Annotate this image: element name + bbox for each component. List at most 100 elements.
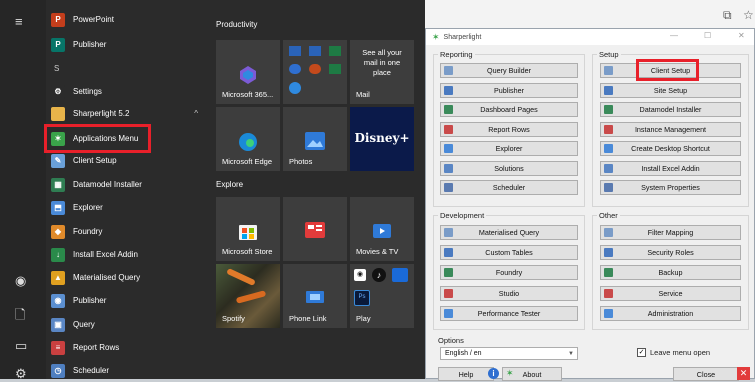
tile-phone-link[interactable]: Phone Link: [283, 264, 347, 328]
other-button-service[interactable]: Service: [600, 285, 741, 301]
app-item-datamodel-installer[interactable]: ▦ Datamodel Installer: [46, 173, 206, 196]
excel-addin-icon: ↓: [51, 247, 65, 262]
datamodel-installer-icon: [604, 105, 613, 114]
app-item-label: Datamodel Installer: [73, 180, 142, 189]
app-item-powerpoint[interactable]: P PowerPoint: [46, 8, 206, 31]
photoshop-express-icon: Ps: [354, 290, 370, 306]
other-button-security-roles[interactable]: Security Roles: [600, 245, 741, 261]
hamburger-menu-icon[interactable]: ≡: [15, 14, 23, 29]
other-button-filter-mapping[interactable]: Filter Mapping: [600, 225, 741, 240]
reporting-button-solutions[interactable]: Solutions: [440, 160, 578, 176]
documents-icon[interactable]: 🗋: [15, 306, 25, 328]
app-item-label: Foundry: [73, 227, 103, 236]
close-red-x-icon[interactable]: ✕: [737, 367, 750, 380]
setup-label: Setup: [597, 50, 621, 59]
tile-microsoft-edge[interactable]: Microsoft Edge: [216, 107, 280, 171]
custom-tables-icon: [444, 248, 453, 258]
setup-button-site-setup[interactable]: Site Setup: [600, 82, 741, 98]
reporting-button-scheduler[interactable]: Scheduler: [440, 180, 578, 195]
screenshot-icon[interactable]: ⧉: [723, 8, 732, 23]
app-item-publisher[interactable]: ◉ Publisher: [46, 289, 206, 312]
settings-icon[interactable]: ⚙: [15, 366, 27, 382]
tile-mail[interactable]: See all your mail in one place Mail: [350, 40, 414, 104]
development-button-studio[interactable]: Studio: [440, 285, 578, 301]
powerpoint-small-icon: [309, 64, 321, 74]
disney-plus-logo: Disney+: [354, 131, 410, 145]
tile-photos[interactable]: Photos: [283, 107, 347, 171]
info-icon[interactable]: i: [488, 368, 499, 379]
publisher-icon: [444, 85, 453, 95]
tile-movies-tv[interactable]: Movies & TV: [350, 197, 414, 261]
fish-image-decoration: [226, 267, 256, 287]
development-button-materialised-query[interactable]: Materialised Query: [440, 225, 578, 240]
app-item-label: Client Setup: [73, 156, 117, 165]
app-item-publisher[interactable]: P Publisher: [46, 33, 206, 56]
tile-office-apps-group[interactable]: [283, 40, 347, 104]
materialised-query-icon: ▲: [51, 270, 65, 285]
reporting-button-publisher[interactable]: Publisher: [440, 82, 578, 98]
tile-microsoft-store[interactable]: Microsoft Store: [216, 197, 280, 261]
chevron-down-icon: ▼: [568, 350, 574, 357]
tile-disney-plus[interactable]: Disney+: [350, 107, 414, 171]
setup-button-system-properties[interactable]: System Properties: [600, 180, 741, 195]
development-button-performance-tester[interactable]: Performance Tester: [440, 305, 578, 321]
tile-spotify[interactable]: Spotify: [216, 264, 280, 328]
publisher-icon: P: [51, 37, 65, 52]
client-setup-icon: ✎: [51, 153, 65, 168]
setup-button-datamodel-installer[interactable]: Datamodel Installer: [600, 102, 741, 117]
section-explore: Explore: [216, 180, 244, 189]
leave-menu-open-checkbox[interactable]: ✓: [637, 348, 646, 357]
tile-news[interactable]: [283, 197, 347, 261]
pictures-icon[interactable]: ▭: [15, 338, 27, 354]
other-button-backup[interactable]: Backup: [600, 265, 741, 281]
app-item-materialised-query[interactable]: ▲ Materialised Query: [46, 266, 206, 289]
photos-icon: [305, 132, 325, 150]
maximize-icon[interactable]: ☐: [704, 31, 711, 40]
app-item-sharperlight-5-2[interactable]: Sharperlight 5.2 ^: [46, 102, 206, 125]
reporting-label: Reporting: [438, 50, 475, 59]
reporting-button-query-builder[interactable]: Query Builder: [440, 63, 578, 78]
scheduler-icon: [444, 183, 453, 192]
app-item-label: Settings: [73, 87, 102, 96]
close-window-icon[interactable]: ✕: [738, 31, 745, 40]
query-icon: ▣: [51, 317, 65, 332]
tile-microsoft-365[interactable]: Microsoft 365...: [216, 40, 280, 104]
security-roles-icon: [604, 248, 613, 258]
window-title: Sharperlight: [443, 33, 482, 41]
reporting-button-report-rows[interactable]: Report Rows: [440, 121, 578, 137]
development-button-foundry[interactable]: Foundry: [440, 265, 578, 281]
app-item-report-rows[interactable]: ≡ Report Rows: [46, 336, 206, 359]
reporting-button-dashboard-pages[interactable]: Dashboard Pages: [440, 102, 578, 117]
fish-image-decoration: [235, 290, 267, 304]
leave-menu-open-label: Leave menu open: [650, 348, 711, 357]
language-select[interactable]: English / en ▼: [440, 347, 578, 360]
reporting-button-explorer[interactable]: Explorer: [440, 141, 578, 156]
materialised-query-icon: [444, 228, 453, 237]
app-item-settings[interactable]: ⚙ Settings: [46, 80, 206, 103]
setup-button-install-excel-addin[interactable]: Install Excel Addin: [600, 160, 741, 176]
tiles-area: Productivity Microsoft 365... See all yo…: [206, 0, 425, 379]
user-account-icon[interactable]: ◉: [15, 273, 26, 289]
sharperlight-window: ✶ Sharperlight — ☐ ✕ Reporting Setup Dev…: [425, 28, 755, 381]
sharperlight-logo-icon: ✶: [506, 368, 514, 378]
app-item-query[interactable]: ▣ Query: [46, 313, 206, 336]
app-item-foundry[interactable]: ◆ Foundry: [46, 220, 206, 243]
development-button-custom-tables[interactable]: Custom Tables: [440, 245, 578, 261]
setup-button-instance-management[interactable]: Instance Management: [600, 121, 741, 137]
minimize-icon[interactable]: —: [670, 31, 678, 40]
performance-tester-icon: [444, 308, 453, 318]
scheduler-icon: ◷: [51, 363, 65, 378]
app-item-explorer[interactable]: ⬒ Explorer: [46, 196, 206, 219]
app-item-label: Query: [73, 320, 95, 329]
setup-button-create-desktop-shortcut[interactable]: Create Desktop Shortcut: [600, 141, 741, 156]
other-button-administration[interactable]: Administration: [600, 305, 741, 321]
onenote-icon: [329, 64, 341, 74]
tile-play[interactable]: ◉ ♪ Ps Play: [350, 264, 414, 328]
favorite-star-icon[interactable]: ☆: [743, 8, 754, 22]
phone-link-icon: [306, 291, 324, 303]
window-titlebar[interactable]: ✶ Sharperlight — ☐ ✕: [426, 29, 754, 45]
browser-toolbar-strip: ⧉ ☆: [425, 0, 755, 30]
development-label: Development: [438, 211, 487, 220]
app-item-install-excel-addin[interactable]: ↓ Install Excel Addin: [46, 243, 206, 266]
powerpoint-icon: P: [51, 12, 65, 27]
